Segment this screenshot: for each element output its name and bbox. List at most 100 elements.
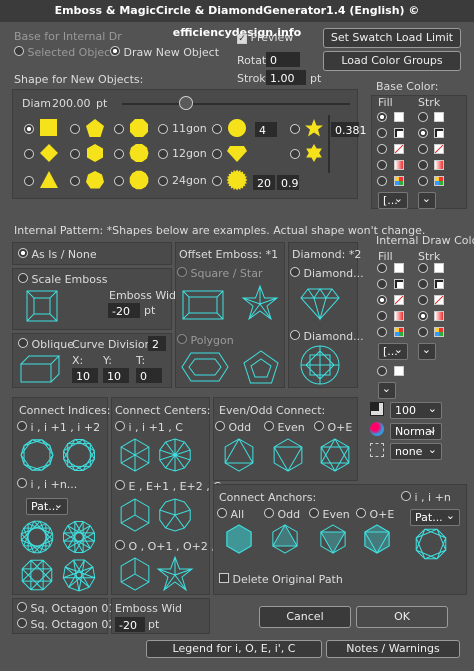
connect-indices-opt2[interactable]: i , i +n... — [17, 478, 77, 491]
as-is-radio[interactable] — [18, 248, 28, 258]
draw-color-rows-stroke-radio-3[interactable] — [418, 311, 428, 321]
connect-anchors-odd-radio[interactable] — [264, 508, 274, 518]
as-is-option[interactable]: As Is / None — [18, 248, 97, 261]
base-color-rows-stroke-swatch-2[interactable] — [434, 144, 444, 154]
draw-color-rows-stroke-swatch-4[interactable] — [434, 327, 444, 337]
star-ratio-slider[interactable] — [328, 115, 330, 173]
draw-color-rows-fill-swatch-3[interactable] — [394, 311, 404, 321]
base-color-rows-fill-radio-0[interactable] — [377, 112, 387, 122]
scale-emboss-width-input[interactable]: -20 — [108, 303, 140, 318]
base-color-rows-stroke-radio-0[interactable] — [418, 112, 428, 122]
draw-extra-radio[interactable] — [377, 366, 387, 376]
connect-anchors-even-option[interactable]: Even — [309, 508, 350, 521]
base-color-rows-fill-swatch-1[interactable] — [394, 128, 404, 138]
sq-octagon-width-input[interactable]: -20 — [115, 617, 145, 632]
oblique-option[interactable]: Oblique — [18, 338, 74, 351]
polygon-option[interactable]: Polygon — [177, 334, 234, 347]
shape-star6-radio[interactable] — [290, 149, 300, 159]
connect-indices-radio-1[interactable] — [17, 421, 27, 431]
shape-triangle-radio[interactable] — [24, 176, 34, 186]
connect-centers-radio-2[interactable] — [115, 480, 125, 490]
base-color-rows-fill-radio-1[interactable] — [377, 128, 387, 138]
draw-color-rows-fill-radio-3[interactable] — [377, 311, 387, 321]
base-color-rows-stroke-swatch-1[interactable] — [434, 128, 444, 138]
rotate-input[interactable]: 0 — [266, 52, 300, 67]
shape-12gon-radio[interactable] — [158, 149, 168, 159]
even-odd-oe-radio[interactable] — [314, 421, 324, 431]
effect-dropdown[interactable]: none — [390, 442, 442, 460]
stroke-input[interactable]: 1.00 — [266, 70, 306, 85]
connect-anchors-even-radio[interactable] — [309, 508, 319, 518]
draw-color-rows-fill-radio-0[interactable] — [377, 263, 387, 273]
base-color-rows-stroke-radio-2[interactable] — [418, 144, 428, 154]
base-stroke-dropdown[interactable] — [418, 191, 436, 209]
scale-emboss-option[interactable]: Scale Emboss — [18, 273, 107, 286]
connect-centers-opt1[interactable]: i , i +1 , C — [115, 421, 183, 434]
opacity-dropdown[interactable]: 100 — [390, 401, 442, 419]
draw-color-rows-stroke-radio-2[interactable] — [418, 295, 428, 305]
ok-button[interactable]: OK — [356, 606, 448, 628]
draw-color-rows-fill-radio-1[interactable] — [377, 279, 387, 289]
connect-centers-radio-1[interactable] — [115, 421, 125, 431]
draw-color-rows-fill-radio-2[interactable] — [377, 295, 387, 305]
square-star-radio[interactable] — [177, 267, 187, 277]
base-color-rows-stroke-swatch-3[interactable] — [434, 160, 444, 170]
shape-decagon-radio[interactable] — [114, 149, 124, 159]
draw-color-rows-stroke-radio-1[interactable] — [418, 279, 428, 289]
connect-indices-pattern-dropdown[interactable]: Pat... — [26, 497, 68, 515]
connect-anchors-all-option[interactable]: All — [217, 508, 244, 521]
shape-octagon-radio[interactable] — [114, 124, 124, 134]
polygon-sides-input[interactable]: 4 — [255, 122, 277, 137]
preview-option[interactable]: ✓ Preview — [237, 31, 293, 44]
connect-anchors-all-radio[interactable] — [217, 508, 227, 518]
draw-color-rows-fill-radio-4[interactable] — [377, 327, 387, 337]
draw-new-object-radio[interactable] — [110, 46, 120, 56]
draw-new-object-option[interactable]: Draw New Object — [110, 46, 219, 59]
even-odd-odd-radio[interactable] — [215, 421, 225, 431]
shape-star-radio[interactable] — [290, 124, 300, 134]
sq-octagon-02-radio[interactable] — [17, 618, 27, 628]
shape-dodecagon-radio[interactable] — [114, 176, 124, 186]
connect-anchors-in-radio[interactable] — [401, 491, 411, 501]
cancel-button[interactable]: Cancel — [259, 606, 351, 628]
base-color-rows-fill-radio-3[interactable] — [377, 160, 387, 170]
sq-octagon-01-radio[interactable] — [17, 602, 27, 612]
shape-circle-radio[interactable] — [212, 124, 222, 134]
base-color-rows-fill-radio-4[interactable] — [377, 176, 387, 186]
sq-octagon-01-option[interactable]: Sq. Octagon 01 — [17, 602, 115, 615]
connect-anchors-oe-option[interactable]: O+E — [356, 508, 394, 521]
polygon-radio[interactable] — [177, 334, 187, 344]
oblique-t-input[interactable]: 0 — [136, 368, 162, 383]
connect-anchors-pattern-dropdown[interactable]: Pat... — [410, 508, 460, 526]
draw-color-rows-fill-swatch-1[interactable] — [394, 279, 404, 289]
scale-emboss-radio[interactable] — [18, 273, 28, 283]
legend-button[interactable]: Legend for i, O, E, i', C — [146, 640, 322, 658]
connect-anchors-oe-radio[interactable] — [356, 508, 366, 518]
draw-color-rows-fill-swatch-0[interactable] — [394, 263, 404, 273]
shape-11gon-radio[interactable] — [158, 124, 168, 134]
draw-color-rows-stroke-swatch-3[interactable] — [434, 311, 444, 321]
load-color-groups-button[interactable]: Load Color Groups — [323, 51, 461, 71]
connect-centers-opt3[interactable]: O , O+1 , O+2 , C — [115, 540, 226, 553]
draw-extra-dropdown[interactable] — [378, 381, 396, 399]
base-color-rows-fill-swatch-4[interactable] — [394, 176, 404, 186]
shape-24gon-radio[interactable] — [158, 176, 168, 186]
diamond-option-1[interactable]: Diamond... — [290, 267, 364, 280]
even-odd-even-option[interactable]: Even — [264, 421, 305, 434]
notes-warnings-button[interactable]: Notes / Warnings — [326, 640, 460, 658]
shape-diamond-radio[interactable] — [24, 149, 34, 159]
oblique-y-input[interactable]: 10 — [103, 368, 129, 383]
preview-checkbox[interactable]: ✓ — [237, 34, 247, 44]
even-odd-odd-option[interactable]: Odd — [215, 421, 251, 434]
delete-original-checkbox[interactable] — [219, 573, 229, 583]
connect-indices-radio-2[interactable] — [17, 478, 27, 488]
even-odd-oe-option[interactable]: O+E — [314, 421, 352, 434]
oblique-x-input[interactable]: 10 — [72, 368, 98, 383]
diam-slider-track[interactable] — [122, 103, 350, 105]
square-star-option[interactable]: Square / Star — [177, 267, 262, 280]
diamond-option-2[interactable]: Diamond... — [290, 330, 364, 343]
draw-color-rows-fill-swatch-4[interactable] — [394, 327, 404, 337]
sunburst-rays-input[interactable]: 20 — [253, 175, 275, 190]
draw-color-rows-stroke-swatch-0[interactable] — [434, 263, 444, 273]
shape-pentagon-radio[interactable] — [70, 124, 80, 134]
